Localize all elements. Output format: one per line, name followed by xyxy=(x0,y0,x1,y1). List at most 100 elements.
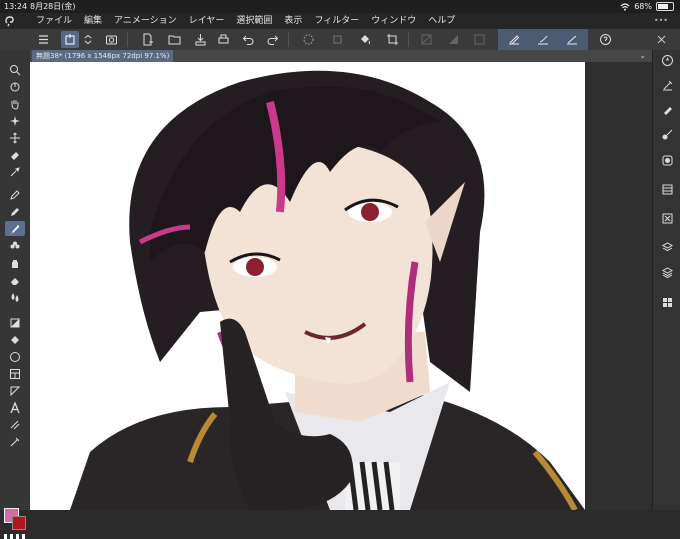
menu-button[interactable] xyxy=(34,31,52,48)
menu-item[interactable]: ヘルプ xyxy=(428,13,455,29)
gradient-icon xyxy=(448,35,458,44)
tool-shape[interactable] xyxy=(5,349,25,364)
tool-brush[interactable] xyxy=(5,221,25,236)
navigator-button[interactable] xyxy=(658,52,676,68)
stabilizer-line-button[interactable] xyxy=(563,31,581,48)
tool-fill[interactable] xyxy=(5,315,25,330)
tool-eraser[interactable] xyxy=(5,272,25,287)
redo-button[interactable] xyxy=(263,31,281,48)
gradient-button[interactable] xyxy=(444,31,462,48)
correct-line-icon xyxy=(10,437,20,446)
tool-eyedropper[interactable] xyxy=(5,164,25,179)
brush-icon xyxy=(10,224,20,234)
tool-move[interactable] xyxy=(5,130,25,145)
panel-toggle-button[interactable] xyxy=(652,31,670,48)
help-button[interactable] xyxy=(596,31,614,48)
app-logo-icon[interactable] xyxy=(4,15,16,27)
tool-eraser-select[interactable] xyxy=(5,147,25,162)
tool-correct-line[interactable] xyxy=(5,434,25,449)
tool-blend[interactable] xyxy=(5,289,25,304)
text-icon xyxy=(10,401,20,413)
layer-property-button[interactable] xyxy=(658,239,676,255)
stabilizer-pen-icon xyxy=(508,35,519,45)
tool-zoom[interactable] xyxy=(5,62,25,77)
tool-bucket[interactable] xyxy=(5,332,25,347)
document-tab[interactable]: 無題38* (1796 x 1546px 72dpi 97.1%) xyxy=(32,50,174,62)
color-set-button[interactable] xyxy=(658,181,676,197)
transform-icon xyxy=(333,35,341,44)
fill-icon xyxy=(360,35,370,45)
menu-list: ファイル 編集 アニメーション レイヤー 選択範囲 表示 フィルター ウィンドウ ヘルプ xyxy=(36,13,455,29)
material-button[interactable] xyxy=(658,294,676,310)
tool-balloon[interactable] xyxy=(5,417,25,432)
undo-button[interactable] xyxy=(239,31,257,48)
undo-icon xyxy=(242,35,253,45)
color-wheel-button[interactable] xyxy=(658,152,676,168)
stabilizer-brush-button[interactable] xyxy=(534,31,552,48)
eyedropper-icon xyxy=(10,166,20,176)
tool-palette xyxy=(0,50,30,539)
eraser-icon xyxy=(11,277,19,285)
tool-hand[interactable] xyxy=(5,96,25,111)
tool-frame[interactable] xyxy=(5,366,25,381)
layers-icon xyxy=(661,266,673,278)
tool-decoration[interactable] xyxy=(5,238,25,253)
wifi-icon xyxy=(620,2,630,11)
brush-size-button[interactable] xyxy=(658,126,676,142)
save-icon xyxy=(195,34,205,46)
new-file-button[interactable] xyxy=(138,31,156,48)
camera-button[interactable] xyxy=(102,31,120,48)
tool-text[interactable] xyxy=(5,400,25,415)
tool-ruler[interactable] xyxy=(5,383,25,398)
transform-button[interactable] xyxy=(328,31,346,48)
loading-button[interactable] xyxy=(299,31,317,48)
tool-rotate[interactable] xyxy=(5,79,25,94)
sub-color-swatch[interactable] xyxy=(12,516,26,530)
intermediate-color-button[interactable] xyxy=(658,210,676,226)
more-dots[interactable]: ••• xyxy=(654,13,668,29)
transparent-color-toggle[interactable] xyxy=(4,534,25,539)
chevron-down-icon[interactable]: ⌄ xyxy=(639,51,646,60)
save-button[interactable] xyxy=(191,31,209,48)
toolbar-divider xyxy=(288,32,289,47)
menu-item[interactable]: ウィンドウ xyxy=(371,13,416,29)
tool-airbrush[interactable] xyxy=(5,255,25,270)
flower-icon xyxy=(10,241,20,248)
ruler-tool-icon xyxy=(10,386,21,396)
canvas-area[interactable] xyxy=(30,62,652,510)
canvas-paper[interactable] xyxy=(30,62,585,510)
color-wheel-icon xyxy=(662,155,672,165)
move-icon xyxy=(10,132,20,143)
status-date: 8月28日(金) xyxy=(30,2,76,11)
brush-size-icon xyxy=(662,129,672,139)
print-button[interactable] xyxy=(214,31,232,48)
new-canvas-button[interactable] xyxy=(61,31,79,48)
menu-item[interactable]: レイヤー xyxy=(189,13,225,29)
tool-sparkle[interactable] xyxy=(5,113,25,128)
crop-button[interactable] xyxy=(383,31,401,48)
menu-item[interactable]: 編集 xyxy=(84,13,102,29)
toolbar-divider xyxy=(127,32,128,47)
stabilizer-pen-button[interactable] xyxy=(505,31,523,48)
menu-item[interactable]: 選択範囲 xyxy=(236,13,272,29)
grid-button[interactable] xyxy=(417,31,435,48)
layers-button[interactable] xyxy=(658,264,676,280)
open-button[interactable] xyxy=(165,31,183,48)
menu-item[interactable]: フィルター xyxy=(314,13,359,29)
tie xyxy=(345,461,400,510)
tool-pen[interactable] xyxy=(5,187,25,202)
tool-property-button[interactable] xyxy=(658,101,676,117)
stepper-icon xyxy=(84,34,92,45)
fill-tool-icon xyxy=(10,318,20,327)
sub-tool-button[interactable] xyxy=(658,77,676,93)
frame-icon xyxy=(10,368,20,379)
loading-icon xyxy=(303,34,313,45)
menu-icon xyxy=(38,35,48,44)
menu-item[interactable]: 表示 xyxy=(284,13,302,29)
tool-pencil[interactable] xyxy=(5,204,25,219)
menu-item[interactable]: アニメーション xyxy=(114,13,177,29)
fill-button[interactable] xyxy=(356,31,374,48)
ruler-button[interactable] xyxy=(470,31,488,48)
stepper-button[interactable] xyxy=(82,31,94,48)
menu-item[interactable]: ファイル xyxy=(36,13,72,29)
